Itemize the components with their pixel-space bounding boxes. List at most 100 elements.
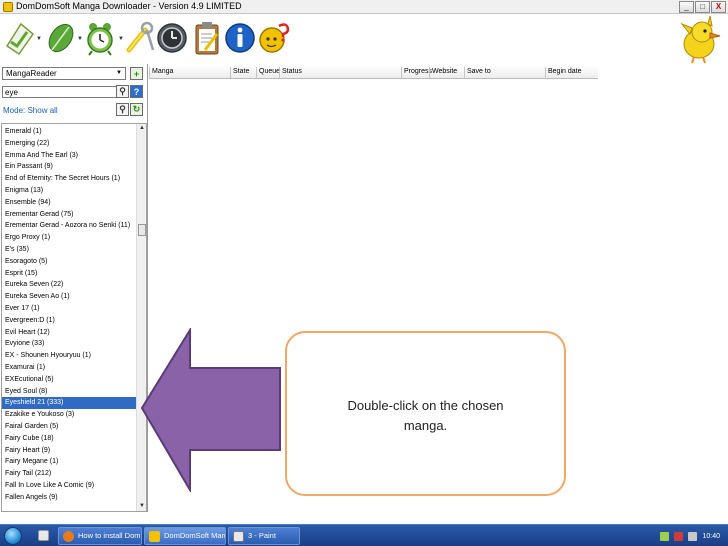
list-item[interactable]: End of Eternity: The Secret Hours (1) (2, 173, 136, 185)
search-help-button[interactable]: ? (130, 85, 143, 98)
list-item[interactable]: EXEcutional (5) (2, 374, 136, 386)
mode-label[interactable]: Mode: Show all (3, 106, 58, 115)
toolbar: ▼ ▼ ▼ (0, 14, 728, 64)
column-separator[interactable] (545, 67, 546, 78)
column-separator[interactable] (230, 67, 231, 78)
list-item[interactable]: Evergreen:D (1) (2, 315, 136, 327)
taskbar-item-label: DomDomSoft Mang... (164, 531, 226, 540)
list-item[interactable]: EX - Shounen Hyouryuu (1) (2, 350, 136, 362)
list-item[interactable]: Ein Passant (9) (2, 161, 136, 173)
list-item[interactable]: Fairy Megane (1) (2, 456, 136, 468)
table-header: Manga State Queue Status Progress Website Save… (149, 66, 598, 79)
chevron-down-icon: ▼ (116, 70, 122, 76)
info-icon (225, 23, 255, 53)
column-separator[interactable] (429, 67, 430, 78)
close-button[interactable]: X (711, 1, 726, 13)
list-item[interactable]: Ensemble (94) (2, 197, 136, 209)
download-button[interactable] (43, 18, 77, 58)
clipboard-icon (195, 22, 219, 55)
column-separator[interactable] (256, 67, 257, 78)
plus-icon: + (133, 68, 140, 79)
column-header-website[interactable]: Website (432, 68, 457, 75)
start-button[interactable] (4, 527, 22, 545)
column-separator[interactable] (279, 67, 280, 78)
list-item[interactable]: Fairy Heart (9) (2, 445, 136, 457)
refresh-list-button[interactable]: ↻ (130, 103, 143, 116)
add-manga-dropdown[interactable]: ▼ (36, 36, 42, 42)
column-header-manga[interactable]: Manga (152, 68, 173, 75)
list-item[interactable]: Fall In Love Like A Comic (9) (2, 480, 136, 492)
list-item[interactable]: Eyeshield 21 (333) (2, 397, 136, 410)
schedule-button[interactable] (83, 18, 117, 58)
security-icon[interactable] (674, 531, 684, 541)
column-header-status[interactable]: Status (282, 68, 302, 75)
refresh-icon: ↻ (132, 104, 141, 114)
list-item[interactable]: Ezakike e Youkoso (3) (2, 409, 136, 421)
manga-source-panel: MangaReader ▼ + ⚲ ? Mode: Show all ⚲ ↻ E… (0, 64, 148, 512)
column-header-save-to[interactable]: Save to (467, 68, 491, 75)
info-button[interactable] (223, 18, 257, 58)
history-button[interactable] (155, 18, 189, 58)
column-separator[interactable] (464, 67, 465, 78)
list-item[interactable]: Eyed Soul (8) (2, 386, 136, 398)
scroll-thumb[interactable] (138, 224, 146, 236)
list-item[interactable]: Eureka Seven (22) (2, 279, 136, 291)
show-desktop-icon[interactable] (38, 530, 49, 541)
column-separator[interactable] (401, 67, 402, 78)
column-header-state[interactable]: State (233, 68, 249, 75)
source-select[interactable]: MangaReader ▼ (2, 67, 126, 80)
list-item[interactable]: Enigma (13) (2, 185, 136, 197)
list-item[interactable]: Esprit (15) (2, 268, 136, 280)
manga-list-items: Emerald (1) Emerging (22) Emma And The Ear… (2, 126, 136, 504)
filter-search-button[interactable]: ⚲ (116, 103, 129, 116)
taskbar-item-label: 3 - Paint (248, 531, 276, 540)
add-source-button[interactable]: + (130, 67, 143, 80)
scroll-up-arrow[interactable]: ▲ (137, 124, 146, 133)
add-manga-button[interactable] (2, 18, 36, 58)
column-header-begin-date[interactable]: Begin date (548, 68, 581, 75)
list-item[interactable]: Fairy Cube (18) (2, 433, 136, 445)
paint-icon (233, 531, 244, 542)
maximize-button[interactable]: □ (695, 1, 710, 13)
column-header-queue[interactable]: Queue (259, 68, 280, 75)
list-item[interactable]: Erementar Gerad - Aozora no Senki (11) (2, 220, 136, 232)
help-button[interactable] (257, 18, 291, 58)
list-item[interactable]: Fallen Angels (9) (2, 492, 136, 504)
list-item[interactable]: Esoragoto (5) (2, 256, 136, 268)
alarm-clock-icon (87, 23, 113, 56)
scroll-down-arrow[interactable]: ▼ (137, 502, 146, 511)
list-item[interactable]: Evyione (33) (2, 338, 136, 350)
list-item[interactable]: E's (35) (2, 244, 136, 256)
volume-icon[interactable] (688, 531, 698, 541)
app-icon (149, 531, 160, 542)
list-item[interactable]: Emerald (1) (2, 126, 136, 138)
list-item[interactable]: Eureka Seven Ao (1) (2, 291, 136, 303)
list-item[interactable]: Fairy Tail (212) (2, 468, 136, 480)
list-item[interactable]: Evil Heart (12) (2, 327, 136, 339)
minimize-button[interactable]: _ (679, 1, 694, 13)
column-separator[interactable] (149, 67, 150, 78)
list-item[interactable]: Ergo Proxy (1) (2, 232, 136, 244)
taskbar-item-label: How to install DomD... (78, 531, 141, 540)
search-icon: ⚲ (119, 86, 126, 96)
clock[interactable]: 10:40 (702, 533, 720, 540)
list-item[interactable]: Emerging (22) (2, 138, 136, 150)
settings-button[interactable] (122, 18, 156, 58)
taskbar-item-downloader[interactable]: DomDomSoft Mang... (144, 527, 226, 545)
list-item[interactable]: Ever 17 (1) (2, 303, 136, 315)
list-item[interactable]: Erementar Gerad (75) (2, 209, 136, 221)
list-item[interactable]: Emma And The Earl (3) (2, 150, 136, 162)
chocobo-mascot-icon (680, 15, 721, 64)
search-input[interactable] (2, 86, 126, 98)
column-header-progress[interactable]: Progress (404, 68, 432, 75)
clipboard-button[interactable] (190, 18, 224, 58)
list-item[interactable]: Examurai (1) (2, 362, 136, 374)
manga-list: Emerald (1) Emerging (22) Emma And The Ear… (1, 123, 147, 512)
window-title: DomDomSoft Manga Downloader - Version 4.… (16, 1, 242, 11)
network-icon[interactable] (660, 531, 670, 541)
taskbar-item-paint[interactable]: 3 - Paint (228, 527, 300, 545)
search-button[interactable]: ⚲ (116, 85, 129, 98)
download-leaf-icon (48, 23, 74, 53)
taskbar-item-browser[interactable]: How to install DomD... (58, 527, 142, 545)
list-item[interactable]: Fairal Garden (5) (2, 421, 136, 433)
